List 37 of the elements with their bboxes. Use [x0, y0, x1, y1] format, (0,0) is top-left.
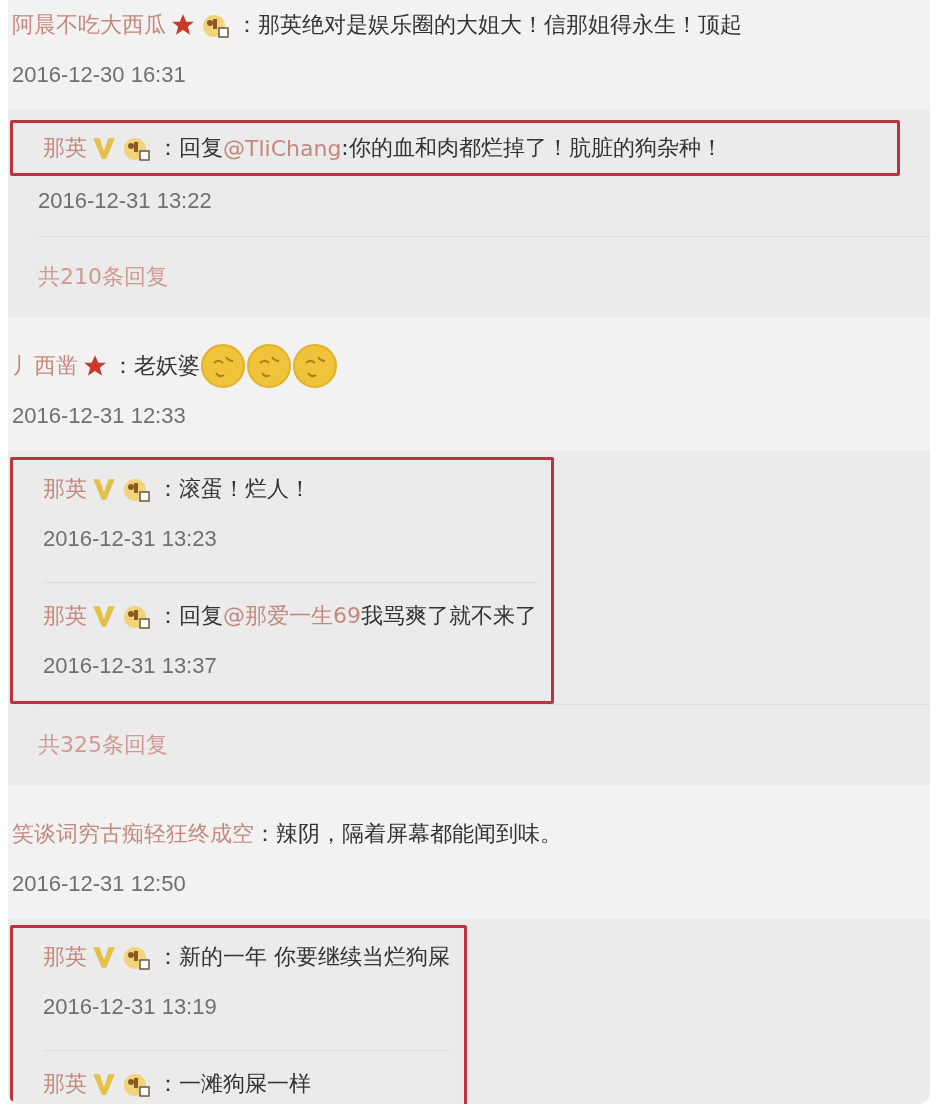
face-emoji-icon [200, 343, 246, 389]
comment-text: ：一滩狗屎一样 [157, 1070, 311, 1098]
comment-text: ：滚蛋！烂人！ [157, 475, 311, 503]
v-badge-icon [91, 1071, 117, 1097]
timestamp: 2016-12-31 13:22 [37, 187, 213, 215]
comment-text: ：老妖婆 [112, 352, 200, 380]
user-name[interactable]: 丿西凿 [12, 351, 78, 381]
user-name[interactable]: 那英 [43, 133, 87, 163]
comment-text: ：辣阴，隔着屏幕都能闻到味。 [254, 820, 562, 848]
v-badge-icon [91, 603, 117, 629]
mention-link[interactable]: @那爱一生69 [223, 601, 361, 631]
user-name[interactable]: 那英 [43, 1069, 87, 1099]
comment-text: ：新的一年 你要继续当烂狗屎 [157, 943, 450, 971]
v-badge-icon [91, 135, 117, 161]
face-emoji-icon [292, 343, 338, 389]
comment-text: ：回复 [157, 602, 223, 630]
timestamp: 2016-12-31 13:37 [42, 652, 218, 680]
v-badge-icon [91, 476, 117, 502]
timestamp: 2016-12-31 13:23 [42, 525, 218, 553]
user-name[interactable]: 那英 [43, 474, 87, 504]
timestamp: 2016-12-31 12:50 [11, 870, 187, 898]
more-replies-link[interactable]: 共210条回复 [38, 262, 168, 292]
comment-text: ：回复 [157, 134, 223, 162]
comment-text: 我骂爽了就不来了 [361, 602, 537, 630]
timestamp: 2016-12-31 13:19 [42, 993, 218, 1021]
comment-text: :你的血和肉都烂掉了！肮脏的狗杂种！ [341, 134, 723, 162]
v-badge-icon [91, 944, 117, 970]
more-replies-link[interactable]: 共325条回复 [38, 730, 168, 760]
face-emoji-icon [246, 343, 292, 389]
user-name[interactable]: 笑谈词穷古痴轻狂终成空 [12, 819, 254, 849]
timestamp: 2016-12-31 12:33 [11, 402, 187, 430]
comment-text: ：那英绝对是娱乐圈的大姐大！信那姐得永生！顶起 [236, 11, 742, 39]
timestamp: 2016-12-30 16:31 [11, 61, 187, 89]
user-name[interactable]: 那英 [43, 601, 87, 631]
user-name[interactable]: 那英 [43, 942, 87, 972]
user-name[interactable]: 阿晨不吃大西瓜 [12, 10, 166, 40]
mention-link[interactable]: @TliChang [223, 135, 342, 161]
